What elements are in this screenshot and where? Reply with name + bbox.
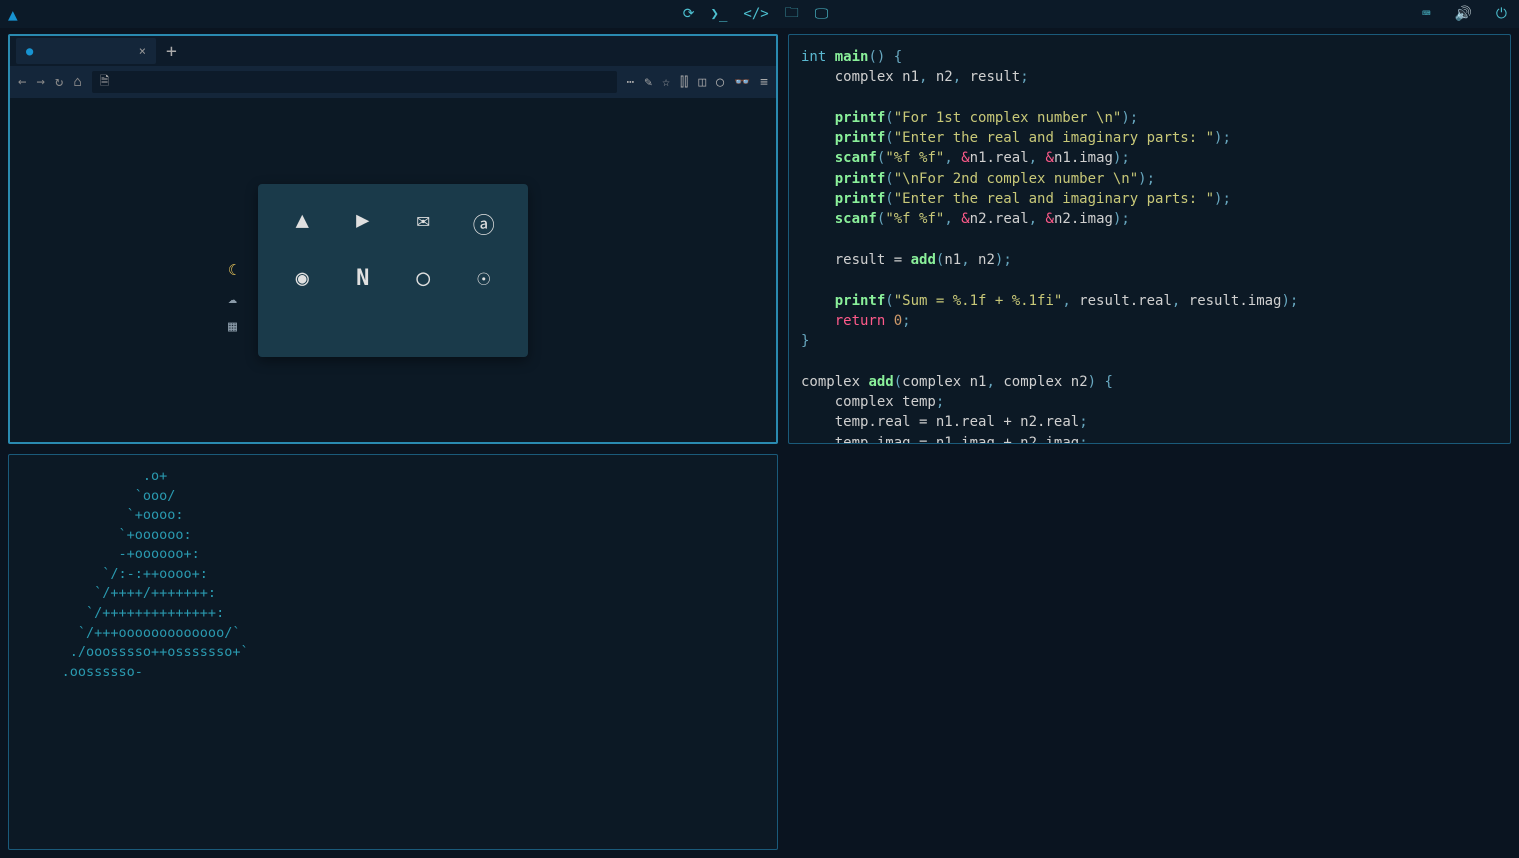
edit-icon[interactable]: ✎: [644, 75, 652, 90]
address-bar[interactable]: 🗎: [92, 71, 617, 93]
sidebar-icon[interactable]: ◫: [698, 75, 706, 90]
reload-icon[interactable]: ⟳: [679, 4, 699, 24]
startpage-card: ▲ ▶ ✉ ⓐ ◉ N ◯ ☉: [258, 184, 528, 357]
more-icon[interactable]: ⋯: [627, 75, 635, 90]
youtube-icon[interactable]: ▶: [345, 208, 382, 240]
startpage-grid: ▲ ▶ ✉ ⓐ ◉ N ◯ ☉: [284, 208, 502, 291]
home-button[interactable]: ⌂: [73, 74, 81, 90]
reddit-icon[interactable]: ☉: [466, 266, 503, 291]
folder-icon[interactable]: 🗀: [781, 0, 803, 28]
tab-favicon: ●: [26, 44, 33, 58]
reload-button[interactable]: ↻: [55, 74, 63, 90]
amazon-icon[interactable]: ⓐ: [466, 208, 503, 240]
glasses-icon[interactable]: 👓: [734, 75, 750, 90]
browser-window: ● × + ← → ↻ ⌂ 🗎 ⋯ ✎ ☆ ⫿⫿ ◫ ◯ 👓 ≡ ☾ ☁ ▦ ▲: [8, 34, 778, 444]
moon-icon[interactable]: ☾: [228, 261, 237, 279]
startpage-search[interactable]: [284, 315, 502, 333]
bookmark-icon[interactable]: ☆: [662, 75, 670, 90]
netflix-icon[interactable]: N: [345, 266, 382, 291]
mail-icon[interactable]: ✉: [405, 208, 442, 240]
browser-page: ☾ ☁ ▦ ▲ ▶ ✉ ⓐ ◉ N ◯ ☉: [10, 98, 776, 442]
library-icon[interactable]: ⫿⫿: [680, 75, 688, 90]
neofetch-window: .o+ `ooo/ `+oooo: `+oooooo: -+oooooo+: `…: [8, 454, 778, 850]
cloud-icon[interactable]: ☁: [228, 289, 237, 307]
arch-link-icon[interactable]: ▲: [284, 208, 321, 240]
spotify-icon[interactable]: ◉: [284, 266, 321, 291]
github-icon[interactable]: ◯: [405, 266, 442, 291]
panel-center: ⟳ ❯_ </> 🗀 🖵: [679, 0, 840, 28]
code-icon[interactable]: </>: [739, 4, 772, 24]
volume-icon[interactable]: 🔊: [1450, 4, 1475, 24]
account-icon[interactable]: ◯: [716, 75, 724, 90]
back-button[interactable]: ←: [18, 74, 26, 90]
arch-icon: ▲: [8, 5, 18, 24]
browser-toolbar: ← → ↻ ⌂ 🗎 ⋯ ✎ ☆ ⫿⫿ ◫ ◯ 👓 ≡: [10, 66, 776, 98]
ascii-art: .o+ `ooo/ `+oooo: `+oooooo: -+oooooo+: `…: [21, 467, 249, 682]
startpage-sidebar: ☾ ☁ ▦: [228, 261, 237, 335]
top-panel: ▲ ⟳ ❯_ </> 🗀 🖵 ⌨ 🔊 ⏻: [0, 0, 1519, 28]
editor-window: int main() { complex n1, n2, result; pri…: [788, 34, 1511, 444]
display-icon[interactable]: 🖵: [811, 4, 833, 24]
power-icon[interactable]: ⏻: [1492, 4, 1511, 24]
grid-icon[interactable]: ▦: [228, 317, 237, 335]
tab-close-icon[interactable]: ×: [139, 44, 146, 58]
panel-left: ▲: [8, 5, 32, 24]
new-tab-button[interactable]: +: [160, 41, 183, 62]
forward-button[interactable]: →: [36, 74, 44, 90]
panel-right: ⌨ 🔊 ⏻: [1418, 4, 1511, 24]
code-content: int main() { complex n1, n2, result; pri…: [801, 47, 1498, 444]
browser-tabbar: ● × +: [10, 36, 776, 66]
menu-icon[interactable]: ≡: [760, 75, 768, 90]
terminal-icon[interactable]: ❯_: [707, 4, 732, 24]
browser-tab[interactable]: ● ×: [16, 38, 156, 64]
lock-icon: 🗎: [100, 72, 110, 93]
keyboard-icon[interactable]: ⌨: [1418, 4, 1434, 24]
